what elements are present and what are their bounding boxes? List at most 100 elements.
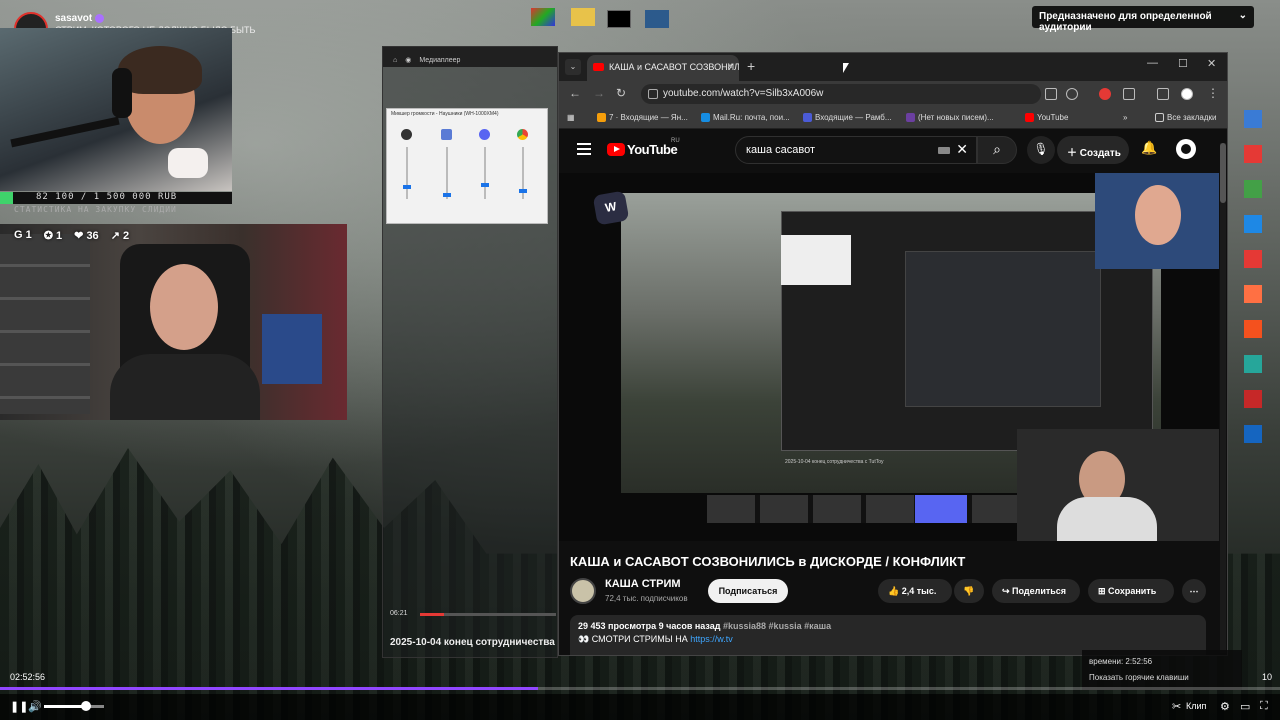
streamer-name[interactable]: sasavot — [55, 13, 105, 24]
desktop-icon[interactable] — [1244, 145, 1262, 163]
save-button[interactable]: ⊞ Сохранить — [1088, 579, 1174, 603]
desktop-icon[interactable] — [1244, 180, 1262, 198]
volume-mixer[interactable]: Микшер громкости - Наушники (WH-1000XM4) — [386, 108, 548, 224]
scrollbar-thumb[interactable] — [1220, 143, 1226, 203]
video-player[interactable]: W 2025-10-04 конец сотрудничества с TutT… — [559, 173, 1219, 541]
bookmark-0[interactable]: 7 · Входящие — Ян... — [597, 113, 688, 122]
settings-gear-icon[interactable]: ⚙ — [1220, 700, 1230, 713]
media-player-title: Медиаплеер — [419, 56, 461, 64]
video-facecam-bottom — [1017, 429, 1219, 541]
desktop-icon[interactable] — [1244, 320, 1262, 338]
clip-button[interactable]: Клип — [1186, 701, 1206, 711]
reload-button[interactable]: ↻ — [616, 86, 626, 100]
clip-icon[interactable]: ✂ — [1172, 700, 1181, 713]
tooltip-hotkeys[interactable]: Показать горячие клавиши — [1089, 670, 1235, 686]
description-box[interactable]: 29 453 просмотра 9 часов назад #kussia88… — [570, 615, 1206, 655]
goal-fill — [0, 192, 13, 204]
bookmark-2[interactable]: Входящие — Рамб... — [803, 113, 892, 122]
channel-name[interactable]: КАША СТРИМ — [605, 578, 681, 590]
site-info-icon[interactable] — [648, 89, 658, 99]
mixer-device[interactable] — [397, 125, 417, 220]
bookmark-1[interactable]: Mail.Ru: почта, пои... — [701, 113, 790, 122]
volume-track[interactable] — [484, 147, 486, 199]
theatre-mode-icon[interactable]: ▭ — [1240, 700, 1250, 713]
page-scrollbar[interactable] — [1220, 143, 1226, 653]
desktop-icon[interactable] — [1244, 425, 1262, 443]
youtube-logo-icon[interactable] — [607, 143, 625, 156]
mixer-chrome[interactable] — [513, 125, 533, 220]
audience-dropdown[interactable]: Предназначено для определенной аудитории… — [1032, 6, 1254, 33]
back-button[interactable]: ← — [569, 86, 581, 100]
hamburger-menu-icon[interactable] — [577, 143, 591, 155]
media-player-titlebar: ⌂ ◉ Медиаплеер — [383, 47, 557, 67]
face — [1135, 185, 1181, 245]
bookmark-star-icon[interactable] — [1066, 88, 1078, 100]
video-title: КАША и САСАВОТ СОЗВОНИЛИСЬ в ДИСКОРДЕ / … — [570, 554, 966, 569]
share-button[interactable]: ↪ Поделиться — [992, 579, 1080, 603]
like-button[interactable]: 👍 2,4 тыс. — [878, 579, 952, 603]
volume-thumb[interactable] — [519, 189, 527, 193]
tab-search-button[interactable]: ⌄ — [565, 59, 581, 75]
all-bookmarks[interactable]: Все закладки — [1155, 113, 1216, 122]
clear-search-icon[interactable]: ✕ — [956, 141, 968, 158]
desktop-icon[interactable] — [531, 8, 555, 26]
more-menu-icon[interactable]: ⋮ — [1207, 86, 1219, 100]
media-progress-bar[interactable] — [420, 613, 556, 616]
mixer-discord[interactable] — [475, 125, 495, 220]
media-controls-icon[interactable] — [1157, 88, 1169, 100]
desktop-icon[interactable] — [1244, 250, 1262, 268]
more-actions-button[interactable]: ⋯ — [1182, 579, 1206, 603]
browser-window[interactable]: ⌄ КАША и САСАВОТ СОЗВОНИЛИСЬ в ДИСКОРДЕ … — [558, 52, 1228, 656]
desktop-icon[interactable] — [1244, 285, 1262, 303]
youtube-logo-text[interactable]: YouTube — [627, 142, 678, 157]
create-button[interactable]: ＋ Создать — [1057, 136, 1129, 164]
bookmarks-overflow-icon[interactable]: » — [1123, 113, 1127, 122]
tab-youtube[interactable]: КАША и САСАВОТ СОЗВОНИЛИСЬ в ДИСКОРДЕ / … — [587, 55, 739, 81]
profile-icon[interactable] — [1181, 88, 1193, 100]
video-facecam-top — [1095, 173, 1219, 269]
volume-icon[interactable]: 🔊 — [28, 700, 42, 713]
bookmark-3[interactable]: (Нет новых писем)... — [906, 113, 994, 122]
apps-icon[interactable]: ▦ — [567, 113, 575, 122]
volume-slider[interactable] — [44, 701, 104, 711]
volume-thumb[interactable] — [403, 185, 411, 189]
forward-button[interactable]: → — [593, 86, 605, 100]
volume-track[interactable] — [406, 147, 408, 199]
volume-knob[interactable] — [81, 701, 91, 711]
maximize-button[interactable]: ☐ — [1178, 57, 1188, 70]
stat-4: ↗ 2 — [110, 230, 130, 242]
description-link[interactable]: https://w.tv — [690, 634, 733, 644]
desktop-icon[interactable] — [1244, 390, 1262, 408]
pause-icon[interactable]: ❚❚ — [10, 700, 28, 713]
desktop-icon[interactable] — [607, 10, 631, 28]
subscribe-button[interactable]: Подписаться — [708, 579, 788, 603]
notifications-bell-icon[interactable]: 🔔 — [1141, 140, 1157, 156]
search-button[interactable]: ⌕ — [977, 136, 1017, 164]
close-icon[interactable]: × — [727, 61, 733, 72]
player-seekbar[interactable] — [0, 687, 1280, 690]
desktop-icon[interactable] — [1244, 355, 1262, 373]
desktop-icon[interactable] — [645, 10, 669, 28]
bookmark-4[interactable]: YouTube — [1025, 113, 1068, 122]
close-window-button[interactable]: ✕ — [1207, 57, 1216, 70]
fullscreen-icon[interactable]: ⛶ — [1260, 700, 1268, 713]
address-bar[interactable]: youtube.com/watch?v=Silb3xA006w — [641, 84, 1041, 104]
mixer-system[interactable] — [437, 125, 457, 220]
volume-thumb[interactable] — [443, 193, 451, 197]
new-tab-button[interactable]: + — [747, 58, 755, 74]
minimize-button[interactable]: — — [1147, 57, 1158, 69]
desktop-icon[interactable] — [1244, 215, 1262, 233]
extension-red-icon[interactable] — [1099, 88, 1111, 100]
voice-search-button[interactable]: 🎙 — [1027, 136, 1055, 164]
account-avatar[interactable] — [1176, 139, 1196, 159]
volume-track[interactable] — [446, 147, 448, 199]
channel-avatar[interactable] — [570, 578, 596, 604]
folder-icon[interactable] — [571, 8, 595, 26]
search-input[interactable]: каша сасавот ✕ — [735, 136, 977, 164]
dislike-button[interactable]: 👎 — [954, 579, 984, 603]
volume-thumb[interactable] — [481, 183, 489, 187]
extensions-icon[interactable] — [1123, 88, 1135, 100]
keyboard-icon[interactable] — [938, 147, 950, 154]
desktop-icon[interactable] — [1244, 110, 1262, 128]
install-icon[interactable] — [1045, 88, 1057, 100]
